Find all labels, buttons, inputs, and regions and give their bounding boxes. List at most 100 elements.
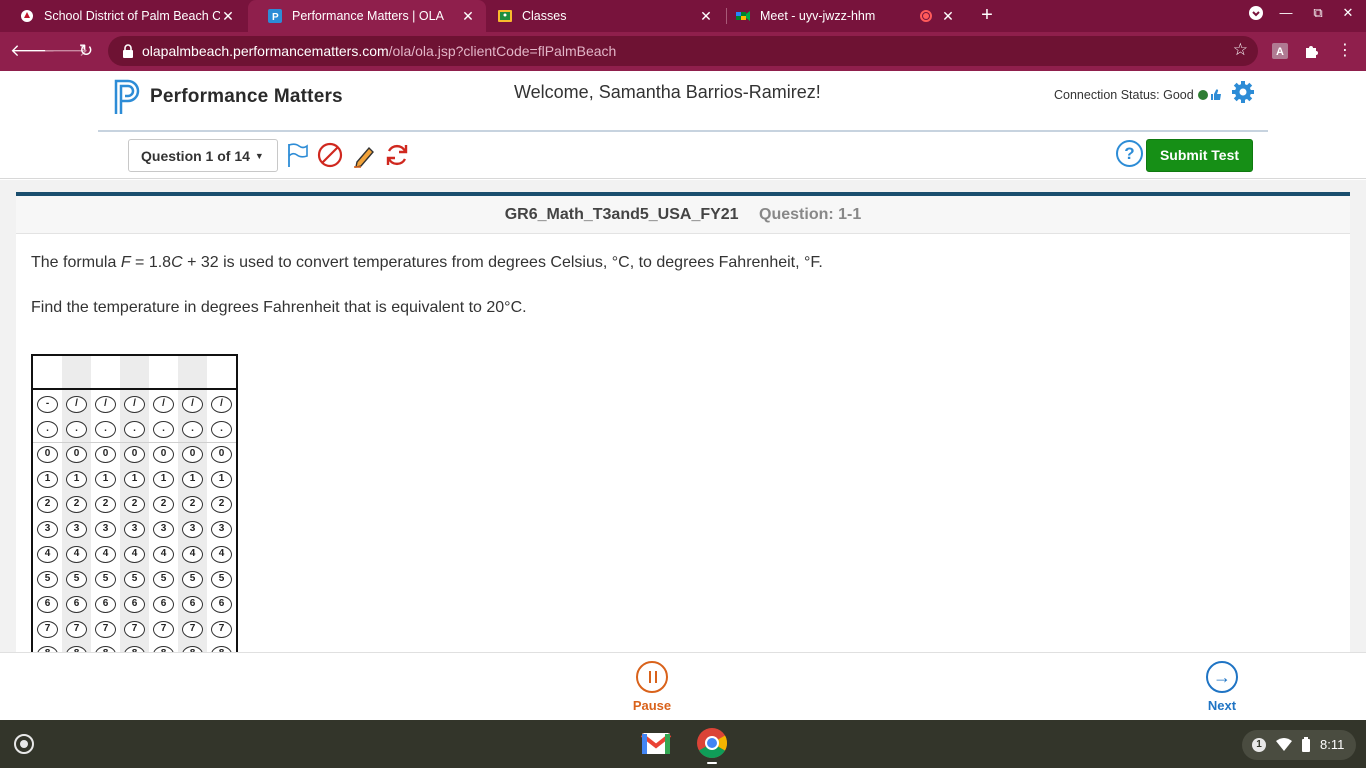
grid-bubble[interactable]: .: [153, 421, 174, 438]
grid-bubble[interactable]: 3: [182, 521, 203, 538]
grid-bubble[interactable]: 6: [153, 596, 174, 613]
grid-bubble[interactable]: 0: [182, 446, 203, 463]
grid-bubble[interactable]: .: [66, 421, 87, 438]
grid-bubble[interactable]: 4: [66, 546, 87, 563]
highlighter-pencil-icon[interactable]: [350, 141, 378, 169]
grid-bubble[interactable]: 7: [211, 621, 232, 638]
grid-bubble[interactable]: 4: [124, 546, 145, 563]
flag-icon[interactable]: [283, 141, 311, 169]
close-tab-icon[interactable]: ✕: [940, 8, 956, 25]
answer-entry-cell[interactable]: [62, 356, 91, 388]
grid-bubble[interactable]: /: [153, 396, 174, 413]
tab-search-icon[interactable]: [1246, 5, 1266, 24]
grid-bubble[interactable]: 1: [66, 471, 87, 488]
grid-bubble[interactable]: /: [66, 396, 87, 413]
forward-button[interactable]: 🡒: [43, 40, 89, 62]
launcher-icon[interactable]: [14, 734, 34, 754]
grid-bubble[interactable]: 2: [37, 496, 58, 513]
grid-bubble[interactable]: 1: [182, 471, 203, 488]
grid-bubble[interactable]: -: [37, 396, 58, 413]
grid-bubble[interactable]: 2: [211, 496, 232, 513]
pause-button[interactable]: Pause: [632, 661, 672, 713]
grid-bubble[interactable]: 0: [95, 446, 116, 463]
grid-bubble[interactable]: 3: [37, 521, 58, 538]
grid-bubble[interactable]: 2: [153, 496, 174, 513]
answer-entry-cell[interactable]: [149, 356, 178, 388]
tab-school-district[interactable]: School District of Palm Beach Co ✕: [0, 0, 246, 32]
grid-bubble[interactable]: 0: [153, 446, 174, 463]
extension-icon[interactable]: A: [1271, 42, 1289, 60]
close-window-icon[interactable]: ✕: [1338, 5, 1358, 21]
grid-bubble[interactable]: 6: [37, 596, 58, 613]
answer-entry-cell[interactable]: [120, 356, 149, 388]
grid-bubble[interactable]: 1: [211, 471, 232, 488]
grid-bubble[interactable]: 1: [95, 471, 116, 488]
grid-bubble[interactable]: 0: [124, 446, 145, 463]
new-tab-button[interactable]: +: [976, 4, 998, 26]
grid-bubble[interactable]: 6: [66, 596, 87, 613]
close-tab-icon[interactable]: ✕: [220, 8, 236, 25]
grid-bubble[interactable]: 5: [95, 571, 116, 588]
grid-bubble[interactable]: 7: [182, 621, 203, 638]
grid-bubble[interactable]: .: [182, 421, 203, 438]
next-button[interactable]: → Next: [1202, 661, 1242, 713]
minimize-window-icon[interactable]: —: [1276, 5, 1296, 20]
grid-bubble[interactable]: 5: [124, 571, 145, 588]
grid-bubble[interactable]: 3: [66, 521, 87, 538]
grid-bubble[interactable]: /: [124, 396, 145, 413]
grid-bubble[interactable]: 4: [182, 546, 203, 563]
help-button[interactable]: ?: [1116, 140, 1143, 167]
grid-bubble[interactable]: 3: [95, 521, 116, 538]
close-tab-icon[interactable]: ✕: [698, 8, 714, 25]
grid-bubble[interactable]: 2: [124, 496, 145, 513]
bookmark-star-icon[interactable]: ☆: [1233, 40, 1248, 60]
answer-eliminator-icon[interactable]: [316, 141, 344, 169]
close-tab-icon[interactable]: ✕: [460, 8, 476, 25]
grid-bubble[interactable]: /: [211, 396, 232, 413]
grid-bubble[interactable]: 0: [211, 446, 232, 463]
extensions-puzzle-icon[interactable]: [1303, 42, 1321, 60]
grid-bubble[interactable]: 3: [124, 521, 145, 538]
grid-bubble[interactable]: /: [95, 396, 116, 413]
grid-bubble[interactable]: 6: [95, 596, 116, 613]
tab-classes[interactable]: Classes ✕: [478, 0, 724, 32]
address-bar[interactable]: olapalmbeach.performancematters.com/ola/…: [108, 36, 1258, 66]
grid-bubble[interactable]: 3: [153, 521, 174, 538]
grid-bubble[interactable]: 7: [95, 621, 116, 638]
grid-bubble[interactable]: .: [124, 421, 145, 438]
grid-bubble[interactable]: 2: [95, 496, 116, 513]
grid-bubble[interactable]: 7: [124, 621, 145, 638]
grid-bubble[interactable]: 1: [153, 471, 174, 488]
grid-bubble[interactable]: 5: [182, 571, 203, 588]
grid-bubble[interactable]: 4: [95, 546, 116, 563]
grid-bubble[interactable]: 7: [153, 621, 174, 638]
grid-bubble[interactable]: 5: [37, 571, 58, 588]
grid-bubble[interactable]: 4: [211, 546, 232, 563]
grid-bubble[interactable]: .: [95, 421, 116, 438]
answer-entry-cell[interactable]: [207, 356, 236, 388]
status-tray[interactable]: 1 8:11: [1242, 730, 1356, 760]
gmail-app-icon[interactable]: [639, 726, 673, 760]
grid-bubble[interactable]: 5: [153, 571, 174, 588]
reload-button[interactable]: ↻: [75, 40, 97, 62]
grid-bubble[interactable]: 1: [124, 471, 145, 488]
chrome-app-icon[interactable]: [695, 726, 729, 764]
answer-entry-cell[interactable]: [33, 356, 62, 388]
grid-bubble[interactable]: 4: [37, 546, 58, 563]
reset-refresh-icon[interactable]: [383, 141, 411, 169]
grid-bubble[interactable]: .: [211, 421, 232, 438]
settings-gear-icon[interactable]: [1231, 80, 1255, 104]
grid-bubble[interactable]: 0: [66, 446, 87, 463]
submit-test-button[interactable]: Submit Test: [1146, 139, 1253, 172]
grid-bubble[interactable]: 0: [37, 446, 58, 463]
tab-performance-matters[interactable]: P Performance Matters | OLA ✕: [248, 0, 486, 32]
grid-bubble[interactable]: /: [182, 396, 203, 413]
grid-bubble[interactable]: 3: [211, 521, 232, 538]
back-button[interactable]: 🡐: [10, 40, 56, 62]
grid-bubble[interactable]: .: [37, 421, 58, 438]
grid-bubble[interactable]: 2: [66, 496, 87, 513]
grid-bubble[interactable]: 1: [37, 471, 58, 488]
grid-bubble[interactable]: 7: [37, 621, 58, 638]
grid-bubble[interactable]: 6: [182, 596, 203, 613]
grid-bubble[interactable]: 4: [153, 546, 174, 563]
